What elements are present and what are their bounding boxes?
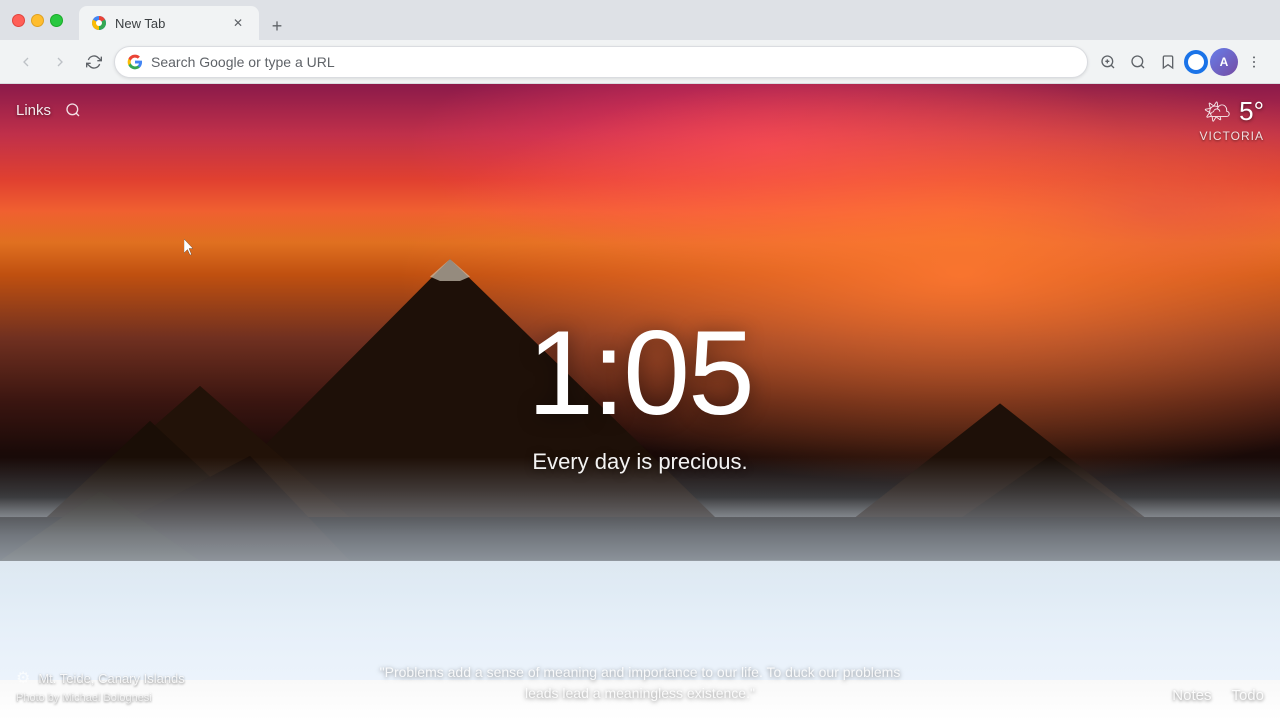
new-tab-button[interactable]: + bbox=[263, 12, 291, 40]
top-left-panel: Links bbox=[16, 96, 87, 124]
clock-time: 1:05 bbox=[527, 313, 753, 433]
weather-location: VICTORIA bbox=[1200, 129, 1264, 143]
settings-row: ⚙ Mt. Teide, Canary Islands bbox=[16, 668, 185, 688]
photo-credit: Photo by Michael Bolognesi bbox=[16, 692, 185, 704]
tab-favicon bbox=[91, 15, 107, 31]
cloud-sea bbox=[0, 457, 1280, 680]
tab-close-button[interactable]: ✕ bbox=[229, 14, 247, 32]
menu-button[interactable] bbox=[1240, 48, 1268, 76]
maximize-button[interactable] bbox=[50, 14, 63, 27]
tab-bar: New Tab ✕ + bbox=[79, 0, 291, 40]
back-button[interactable] bbox=[12, 48, 40, 76]
center-display: 1:05 Every day is precious. bbox=[527, 313, 753, 475]
settings-icon[interactable]: ⚙ bbox=[16, 668, 30, 688]
close-button[interactable] bbox=[12, 14, 25, 27]
bookmark-button[interactable] bbox=[1154, 48, 1182, 76]
bottom-right-panel: Notes Todo bbox=[1172, 687, 1264, 704]
google-logo bbox=[127, 54, 143, 70]
zoom-button[interactable] bbox=[1124, 48, 1152, 76]
browser-content: Links 🌤 5° VICTORIA 1:05 Every day is pr… bbox=[0, 84, 1280, 720]
photo-location: Mt. Teide, Canary Islands bbox=[38, 671, 184, 686]
notes-button[interactable]: Notes bbox=[1172, 687, 1211, 704]
profile-sync[interactable] bbox=[1184, 50, 1208, 74]
weather-row: 🌤 5° bbox=[1203, 96, 1264, 127]
weather-temperature: 5° bbox=[1239, 96, 1264, 127]
browser-window: New Tab ✕ + bbox=[0, 0, 1280, 720]
traffic-lights bbox=[8, 14, 67, 27]
forward-button[interactable] bbox=[46, 48, 74, 76]
lens-button[interactable] bbox=[1094, 48, 1122, 76]
title-bar: New Tab ✕ + bbox=[0, 0, 1280, 40]
weather-icon: 🌤 bbox=[1203, 99, 1231, 125]
reload-button[interactable] bbox=[80, 48, 108, 76]
nav-icons: A bbox=[1094, 48, 1268, 76]
todo-button[interactable]: Todo bbox=[1231, 687, 1264, 704]
active-tab[interactable]: New Tab ✕ bbox=[79, 6, 259, 40]
tab-title: New Tab bbox=[115, 16, 165, 31]
bottom-left-panel: ⚙ Mt. Teide, Canary Islands Photo by Mic… bbox=[16, 668, 185, 704]
address-bar[interactable]: Search Google or type a URL bbox=[114, 46, 1088, 78]
nav-bar: Search Google or type a URL bbox=[0, 40, 1280, 84]
search-links-button[interactable] bbox=[59, 96, 87, 124]
address-text: Search Google or type a URL bbox=[151, 54, 1075, 70]
clock-quote: Every day is precious. bbox=[527, 449, 753, 475]
minimize-button[interactable] bbox=[31, 14, 44, 27]
bottom-quote: "Problems add a sense of meaning and imp… bbox=[370, 662, 910, 704]
profile-avatar[interactable]: A bbox=[1210, 48, 1238, 76]
weather-widget: 🌤 5° VICTORIA bbox=[1200, 96, 1264, 143]
links-label[interactable]: Links bbox=[16, 102, 51, 119]
quote-text: "Problems add a sense of meaning and imp… bbox=[380, 664, 901, 701]
